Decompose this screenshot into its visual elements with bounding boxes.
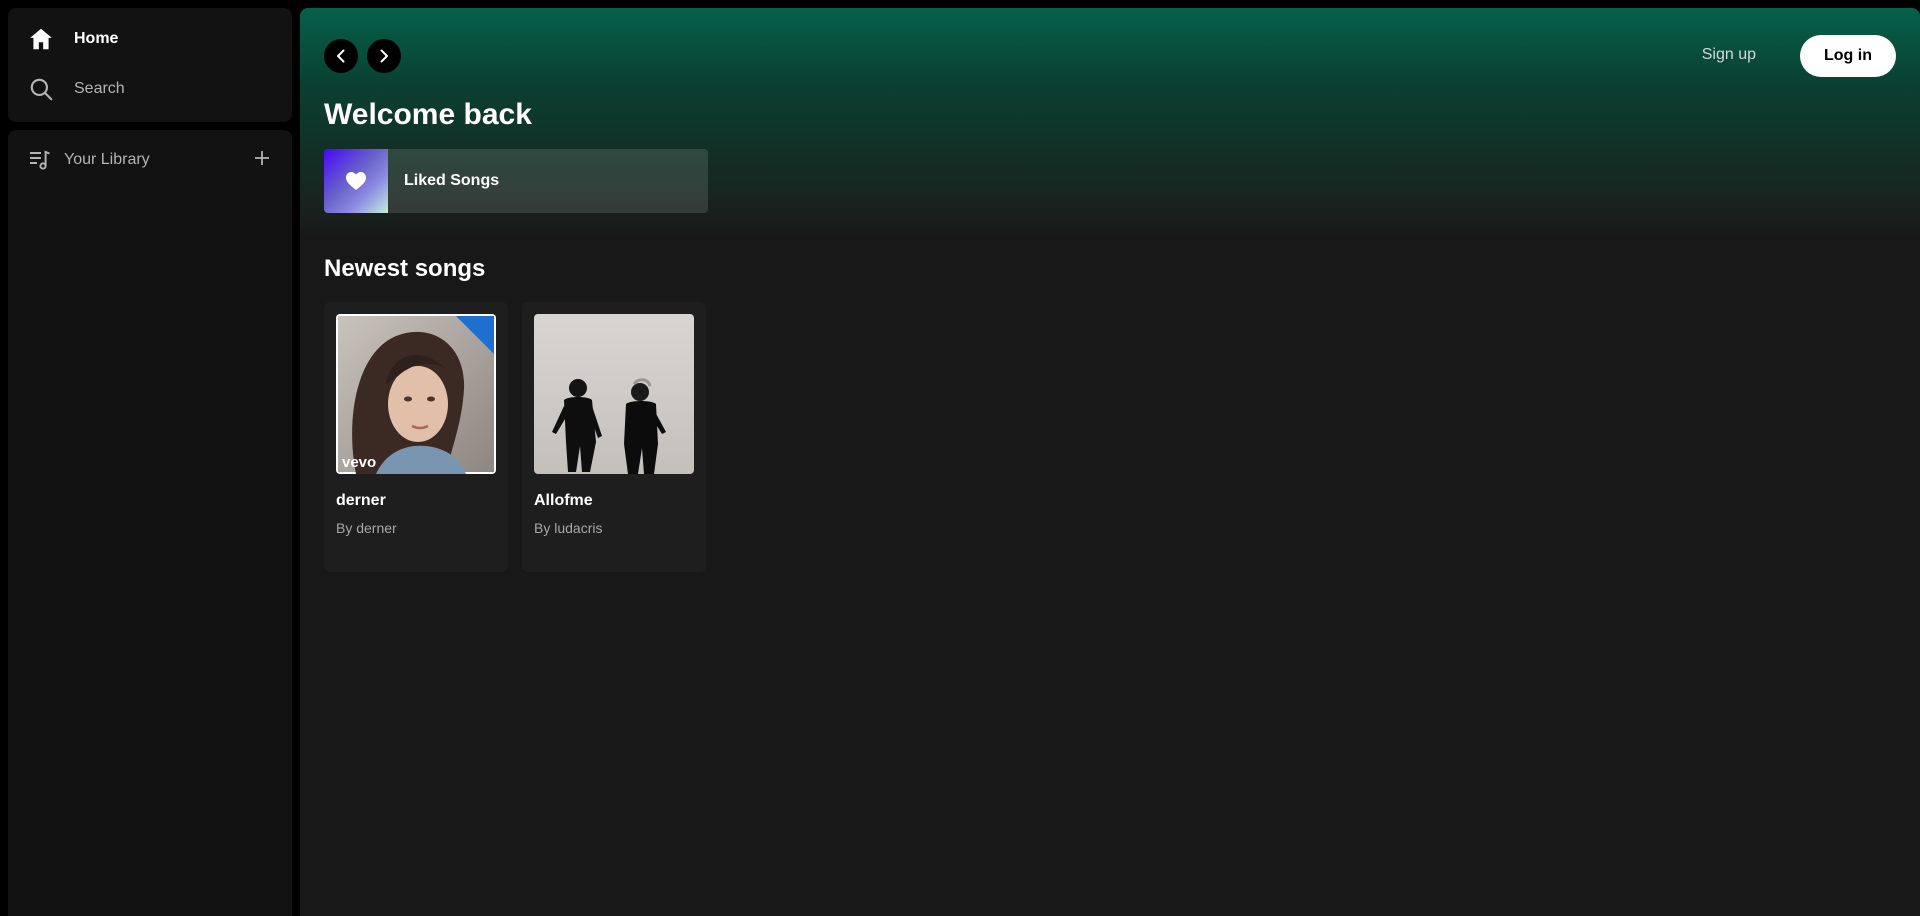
signup-link[interactable]: Sign up: [1702, 46, 1756, 64]
sidebar-nav: Home Search: [8, 8, 292, 122]
page-title: Welcome back: [324, 98, 532, 131]
sidebar-item-label: Search: [74, 80, 125, 97]
song-cover: vevo: [336, 314, 496, 474]
song-card[interactable]: vevo derner By derner: [324, 302, 508, 572]
chevron-right-icon: [380, 49, 388, 63]
song-card[interactable]: Allofme By ludacris: [522, 302, 706, 572]
song-title: Allofme: [534, 492, 593, 509]
liked-songs-art: [324, 149, 388, 213]
sidebar-library: Your Library: [8, 130, 292, 916]
library-label: Your Library: [64, 151, 150, 168]
create-playlist-button[interactable]: [250, 146, 274, 170]
back-button[interactable]: [324, 39, 358, 73]
forward-button[interactable]: [367, 39, 401, 73]
home-icon: [30, 28, 52, 50]
section-title: Newest songs: [324, 255, 486, 282]
plus-icon: [255, 151, 269, 165]
liked-songs-label: Liked Songs: [404, 172, 500, 189]
song-title: derner: [336, 492, 386, 509]
sidebar-item-search[interactable]: Search: [28, 72, 125, 106]
app-root: Home Search Your Library Sign up Log in …: [0, 0, 1920, 916]
liked-songs-shortcut[interactable]: Liked Songs: [324, 149, 708, 213]
vevo-watermark: vevo: [342, 454, 376, 471]
chevron-left-icon: [337, 49, 345, 63]
library-icon: [30, 150, 50, 170]
main-content: Sign up Log in Welcome back Liked Songs …: [300, 8, 1920, 916]
song-cover: [534, 314, 694, 474]
heart-icon: [346, 172, 366, 190]
sidebar-item-home[interactable]: Home: [28, 22, 118, 56]
song-artist: By ludacris: [534, 520, 603, 536]
song-artist: By derner: [336, 520, 397, 536]
cover-image-two-figures: [534, 314, 694, 474]
sidebar-item-label: Home: [74, 30, 119, 47]
library-button[interactable]: Your Library: [28, 146, 150, 174]
search-icon: [30, 78, 53, 101]
cover-image-woman: vevo: [336, 314, 496, 474]
login-button[interactable]: Log in: [1800, 35, 1896, 77]
